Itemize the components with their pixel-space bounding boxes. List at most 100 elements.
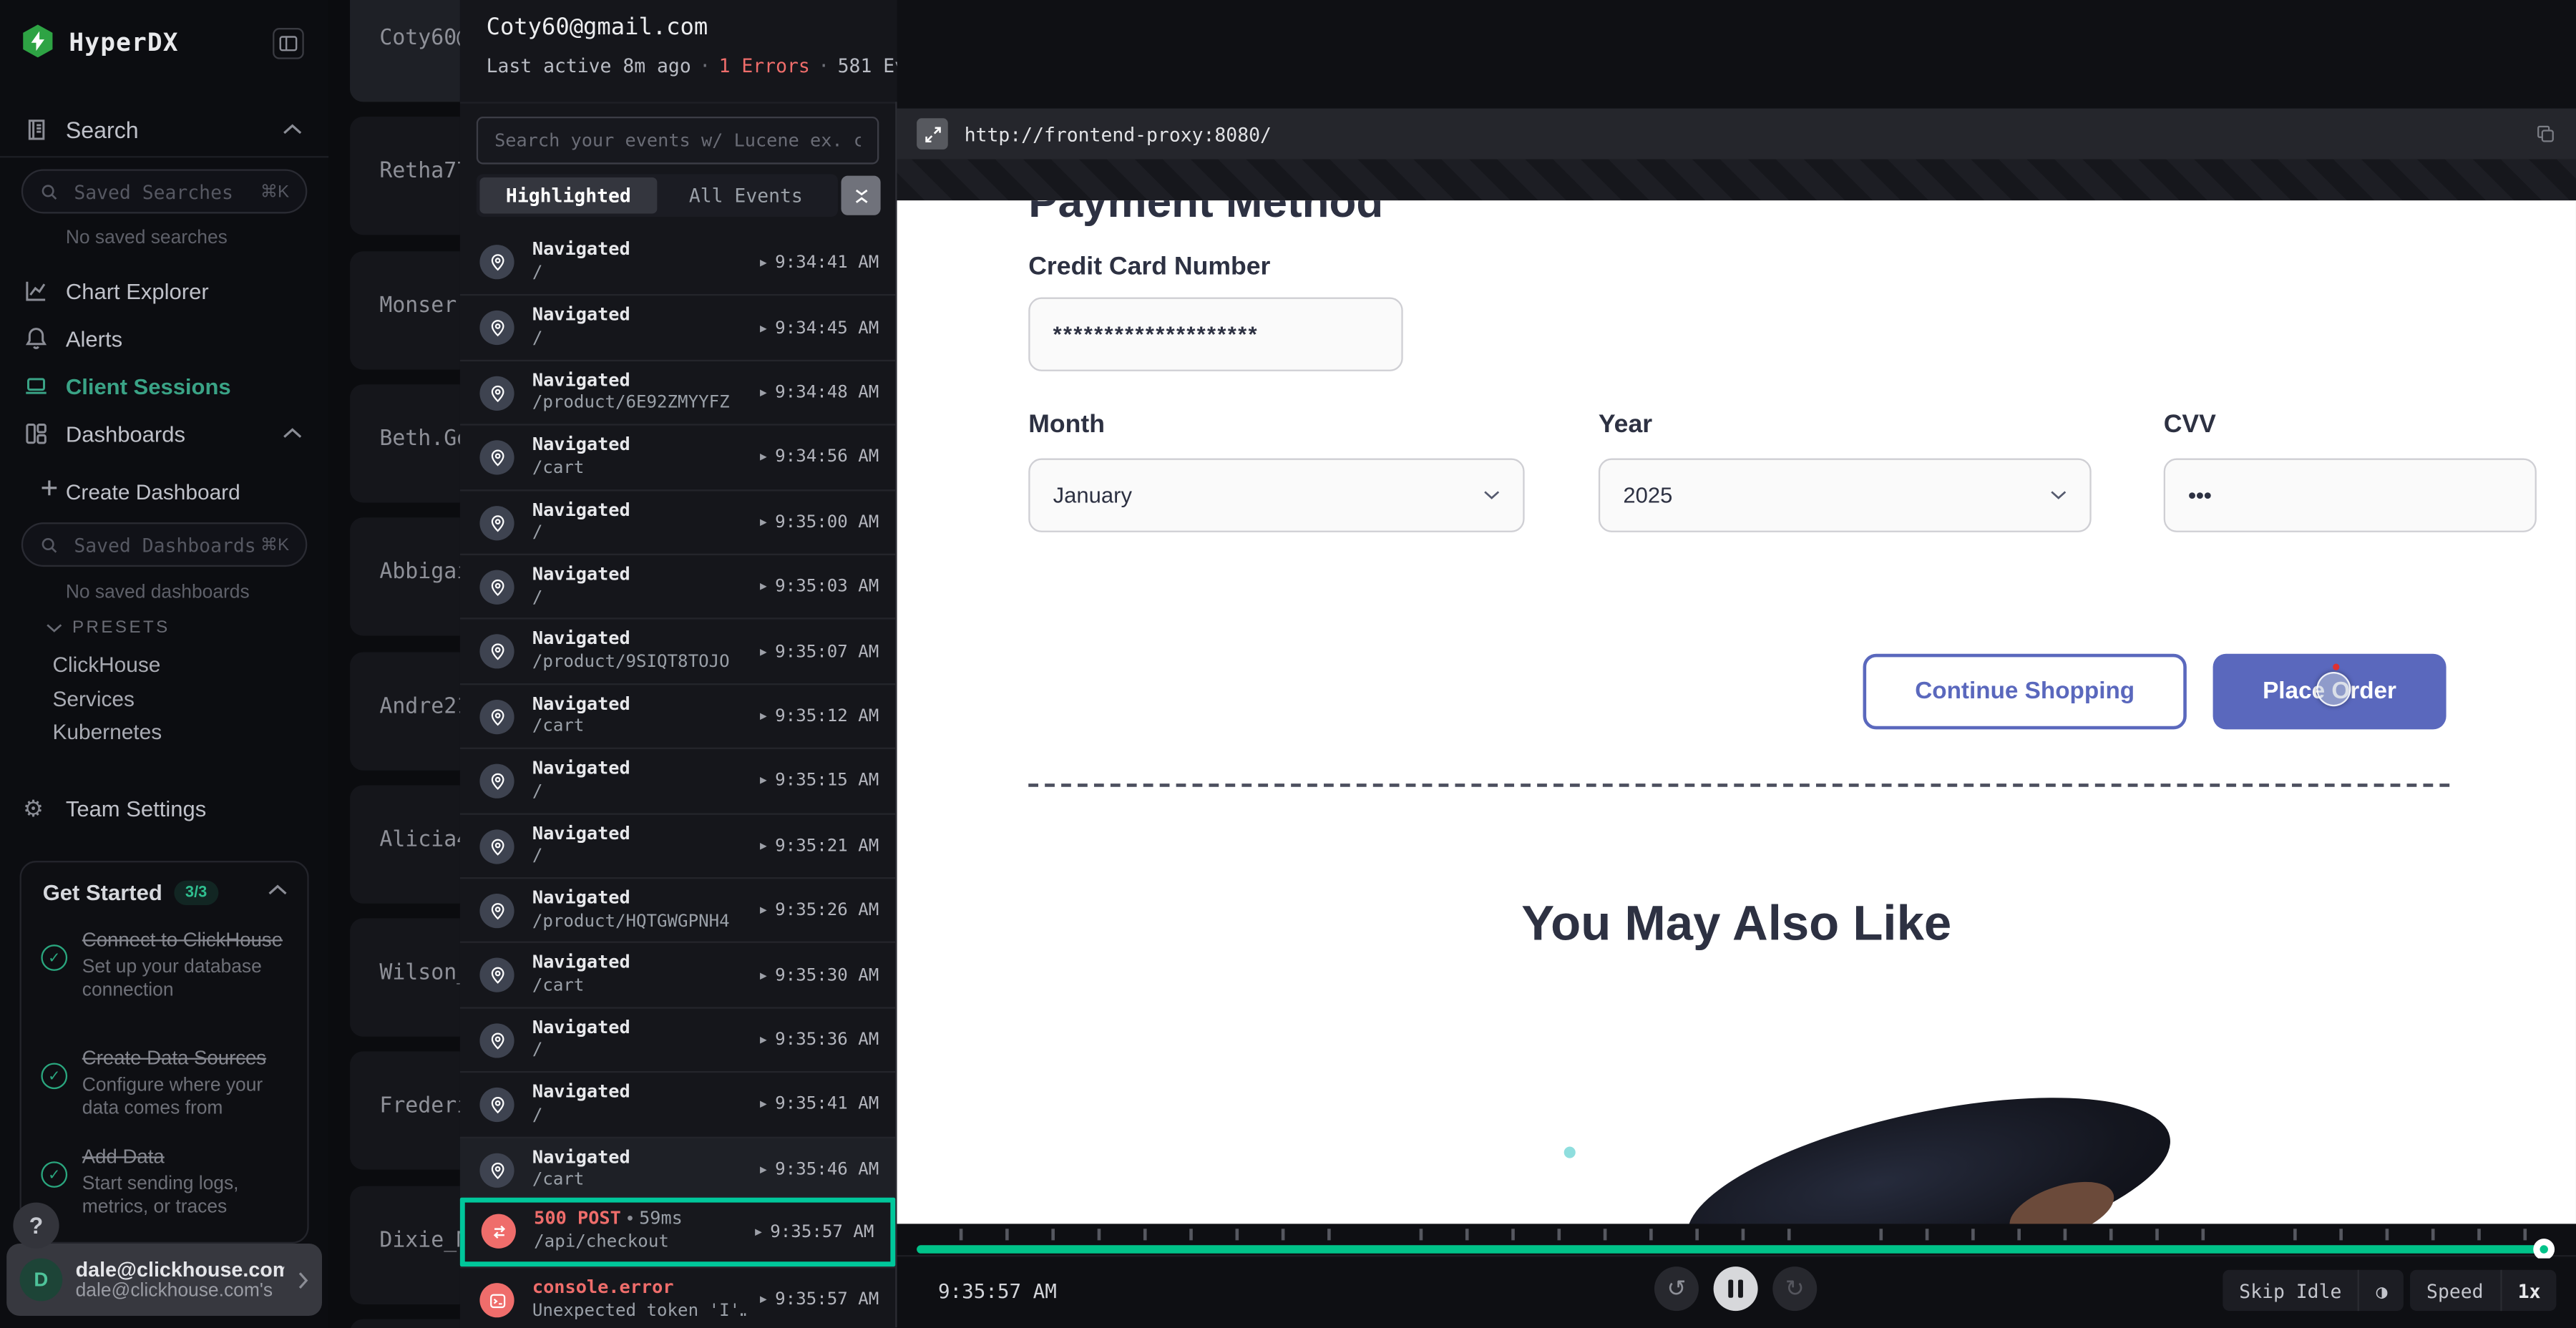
play-icon[interactable]: ▶ [760,710,767,723]
event-row[interactable]: Navigated/▶9:35:15 AM [460,748,895,812]
session-card[interactable]: Alicia42 [350,785,460,903]
get-started-item[interactable]: ✓Connect to ClickHouseSet up your databa… [41,928,291,1003]
session-card[interactable]: Beth.Gol [350,384,460,502]
event-row[interactable]: Navigated/▶9:35:00 AM [460,489,895,553]
play-icon[interactable]: ▶ [760,839,767,852]
event-search-input[interactable] [491,128,864,152]
play-icon[interactable]: ▶ [760,451,767,464]
timeline-tick [1465,1229,1468,1240]
event-row[interactable]: Navigated/▶9:34:41 AM [460,230,895,294]
chevron-up-icon[interactable] [268,884,288,897]
month-value: January [1053,483,1132,507]
play-icon[interactable]: ▶ [760,904,767,917]
year-select[interactable]: 2025 [1599,459,2092,532]
get-started-item[interactable]: ✓Add DataStart sending logs, metrics, or… [41,1145,291,1220]
play-icon[interactable]: ▶ [760,645,767,658]
cvv-input[interactable]: ••• [2164,459,2537,532]
event-row[interactable]: 500 POST59ms/api/checkout▶9:35:57 AM [460,1198,895,1266]
event-row[interactable]: console.errorUnexpected token 'I'…▶9:35:… [460,1266,895,1328]
sidebar-item-chart-explorer[interactable]: Chart Explorer [0,273,328,309]
session-card[interactable]: Frederic [350,1052,460,1170]
copy-icon[interactable] [2535,123,2557,145]
skip-idle-toggle[interactable]: Skip Idle ◑ [2223,1270,2404,1311]
event-title: Navigated [532,887,630,909]
play-icon[interactable]: ▶ [760,1293,767,1306]
play-icon[interactable]: ▶ [760,1163,767,1176]
help-button[interactable]: ? [13,1203,59,1249]
sidebar-collapse-icon[interactable] [273,28,304,59]
play-icon[interactable]: ▶ [760,515,767,528]
session-card[interactable]: Andre21@ [350,651,460,769]
month-select[interactable]: January [1028,459,1524,532]
play-icon[interactable]: ▶ [760,580,767,593]
play-icon[interactable]: ▶ [760,1033,767,1046]
saved-searches-input[interactable]: ⌘K [21,169,307,213]
cc-input[interactable]: ******************** [1028,298,1402,371]
event-row[interactable]: Navigated/cart▶9:35:12 AM [460,683,895,748]
sidebar-item-search[interactable]: Search [0,112,328,148]
user-menu[interactable]: D dale@clickhouse.com dale@clickhouse.co… [6,1244,322,1316]
event-row[interactable]: Navigated/product/9SIQT8TOJO▶9:35:07 AM [460,618,895,683]
get-started-item[interactable]: ✓Create Data SourcesConfigure where your… [41,1046,291,1121]
session-card[interactable]: Retha77@ [350,117,460,235]
forward-button[interactable]: ↻ [1772,1266,1817,1311]
event-row[interactable]: Navigated/cart▶9:35:46 AM [460,1136,895,1201]
pause-button[interactable] [1714,1266,1758,1311]
session-card[interactable] [350,1319,460,1328]
event-time: 9:34:41 AM [775,253,879,273]
location-pin-icon [479,829,514,863]
event-row[interactable]: Navigated/▶9:35:03 AM [460,554,895,618]
chevron-up-icon[interactable] [283,123,303,136]
saved-dashboards-field[interactable] [71,532,260,558]
saved-dashboards-input[interactable]: ⌘K [21,522,307,567]
event-row[interactable]: Navigated/product/6E92ZMYYFZ▶9:34:48 AM [460,359,895,424]
speed-control[interactable]: Speed 1x [2410,1270,2557,1311]
session-card[interactable]: Dixie_Mc [350,1186,460,1304]
cc-value: ******************** [1053,322,1259,346]
session-card[interactable]: Wilson_H [350,919,460,1037]
sidebar-item-team-settings[interactable]: ⚙ Team Settings [0,790,328,826]
presets-header[interactable]: PRESETS [46,617,170,638]
chevron-down-icon [1483,489,1500,501]
event-row[interactable]: Navigated/cart▶9:34:56 AM [460,424,895,489]
event-row[interactable]: Navigated/product/HQTGWGPNH4▶9:35:26 AM [460,877,895,942]
play-icon[interactable]: ▶ [760,1098,767,1111]
session-card[interactable]: Abbigail [350,518,460,636]
event-time: 9:35:46 AM [775,1159,879,1179]
preset-item-services[interactable]: Services [52,686,134,711]
sidebar-item-alerts[interactable]: Alerts [0,321,328,357]
preset-item-kubernetes[interactable]: Kubernetes [52,720,162,744]
event-row[interactable]: Navigated/▶9:34:45 AM [460,295,895,359]
saved-searches-field[interactable] [71,178,260,205]
play-icon[interactable]: ▶ [755,1226,762,1239]
continue-shopping-button[interactable]: Continue Shopping [1863,654,2187,730]
playback-timeline[interactable] [897,1224,2576,1256]
timeline-scrubber[interactable] [2533,1238,2555,1259]
play-icon[interactable]: ▶ [760,255,767,268]
event-row[interactable]: Navigated/▶9:35:36 AM [460,1007,895,1071]
play-icon[interactable]: ▶ [760,321,767,334]
chevron-down-icon [2050,489,2067,501]
rewind-button[interactable]: ↺ [1654,1266,1699,1311]
event-search-box[interactable] [477,117,879,165]
create-dashboard-button[interactable]: Create Dashboard [0,473,328,509]
sidebar-item-client-sessions[interactable]: Client Sessions [0,368,328,404]
tab-highlighted[interactable]: Highlighted [479,177,657,214]
sidebar-item-dashboards[interactable]: Dashboards [0,416,328,452]
play-icon[interactable]: ▶ [760,969,767,982]
expand-icon[interactable] [917,118,948,150]
play-icon[interactable]: ▶ [760,774,767,787]
timeline-track[interactable] [917,1244,2553,1252]
event-time: 9:35:00 AM [775,512,879,532]
chevron-up-icon[interactable] [283,427,303,440]
plus-icon [39,478,66,504]
preset-item-clickhouse[interactable]: ClickHouse [52,652,160,676]
collapse-panel-button[interactable] [841,176,881,215]
event-row[interactable]: Navigated/cart▶9:35:30 AM [460,942,895,1006]
session-card[interactable]: Monserra [350,250,460,368]
event-row[interactable]: Navigated/▶9:35:41 AM [460,1071,895,1136]
session-card[interactable]: Coty60@g [350,0,460,102]
tab-all-events[interactable]: All Events [657,177,834,214]
event-row[interactable]: Navigated/▶9:35:21 AM [460,813,895,877]
play-icon[interactable]: ▶ [760,386,767,399]
